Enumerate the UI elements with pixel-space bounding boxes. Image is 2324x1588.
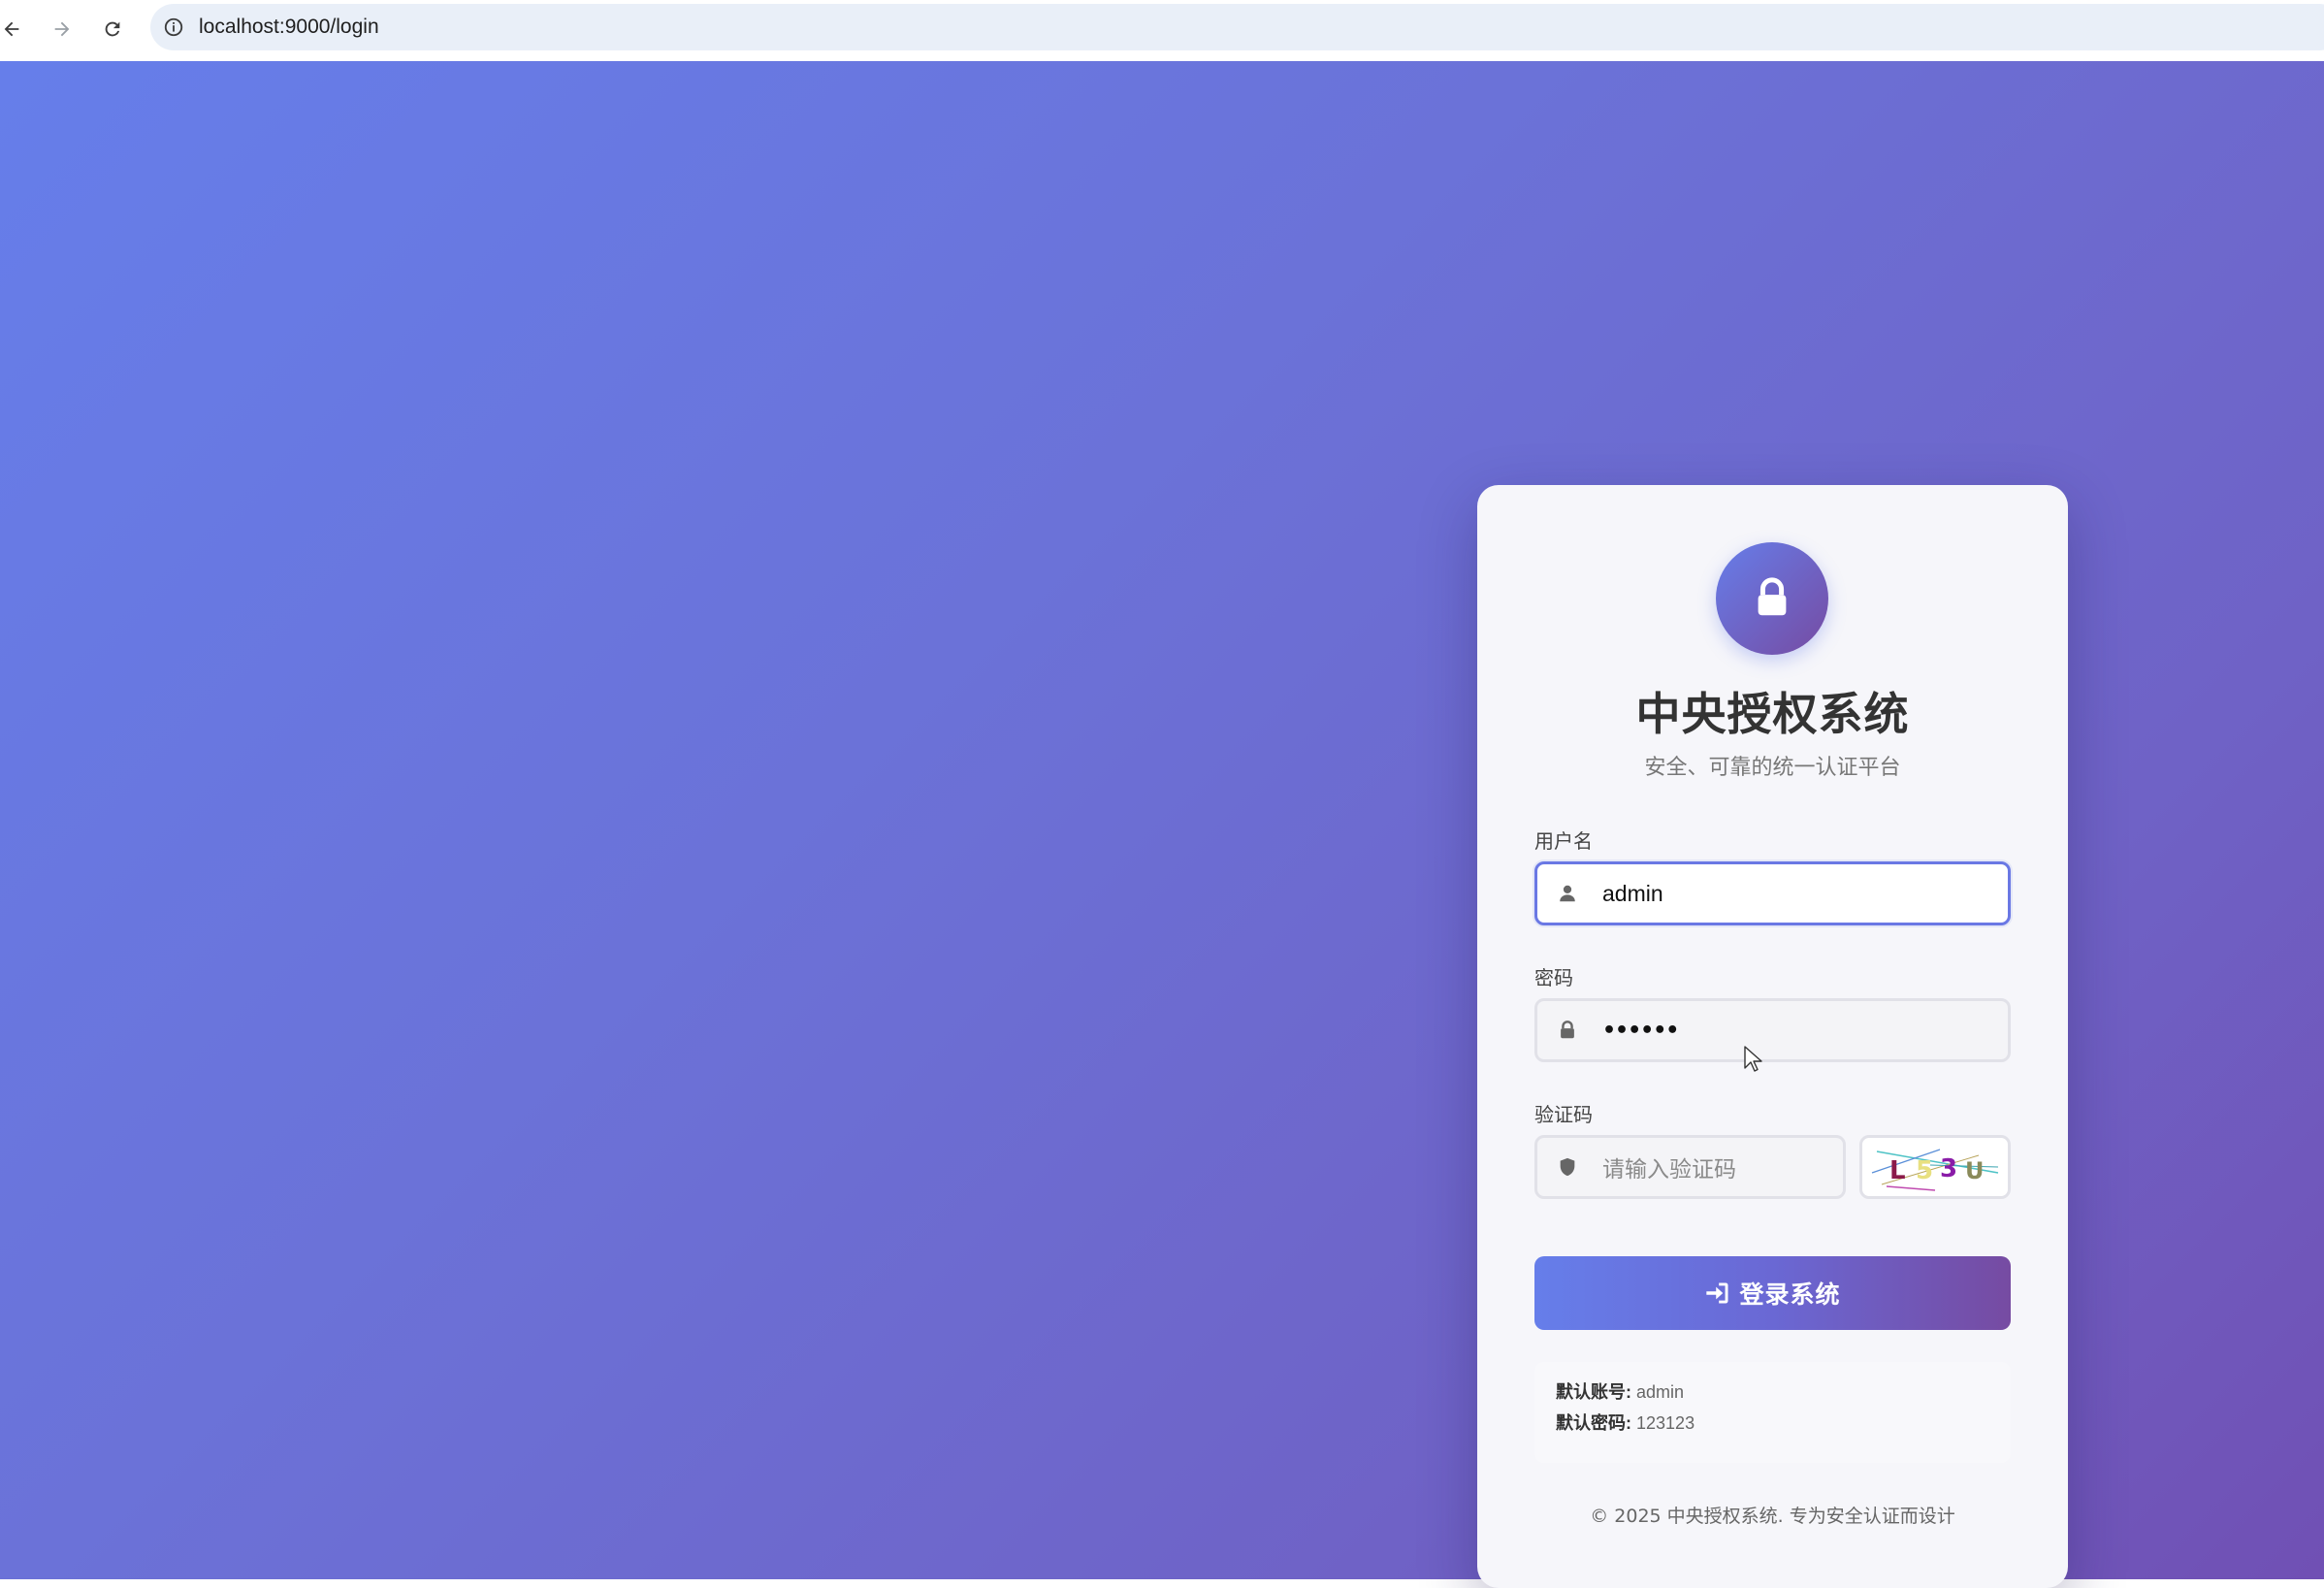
- default-credentials-hint: 默认账号: admin 默认密码: 123123: [1534, 1362, 2011, 1463]
- url-text[interactable]: localhost:9000/login: [199, 16, 379, 39]
- default-password-row: 默认密码: 123123: [1556, 1408, 2011, 1439]
- captcha-placeholder: 请输入验证码: [1602, 1157, 1736, 1183]
- svg-text:L: L: [1889, 1156, 1906, 1185]
- back-button[interactable]: [0, 10, 31, 49]
- login-button-label: 登录系统: [1739, 1280, 1841, 1309]
- shield-icon: [1556, 1155, 1579, 1179]
- copyright-footer: © 2025 中央授权系统. 专为安全认证而设计: [1590, 1506, 1955, 1527]
- captcha-image[interactable]: L 5 3 U: [1859, 1135, 2011, 1199]
- user-icon: [1556, 882, 1579, 905]
- mouse-cursor-icon: [1744, 1046, 1762, 1072]
- logo-badge: [1716, 542, 1828, 655]
- username-input[interactable]: admin: [1534, 861, 2011, 925]
- default-account-row: 默认账号: admin: [1556, 1377, 2011, 1408]
- default-account-value: admin: [1636, 1382, 1685, 1402]
- arrow-left-icon: [4, 21, 19, 37]
- password-input[interactable]: ••••••: [1534, 998, 2011, 1062]
- sign-in-icon: [1706, 1282, 1728, 1304]
- arrow-right-icon: [54, 21, 70, 37]
- password-label: 密码: [1534, 966, 1573, 989]
- reload-icon: [105, 21, 120, 37]
- lock-icon: [1758, 577, 1787, 616]
- default-password-label: 默认密码:: [1556, 1413, 1631, 1433]
- default-password-value: 123123: [1636, 1413, 1695, 1433]
- password-value: ••••••: [1602, 1018, 1679, 1043]
- site-info-icon[interactable]: [162, 16, 185, 39]
- svg-text:5: 5: [1916, 1156, 1933, 1185]
- login-page-background: 中央授权系统 安全、可靠的统一认证平台 用户名 admin 密码 ••••••: [0, 61, 2324, 1588]
- captcha-input[interactable]: 请输入验证码: [1534, 1135, 1846, 1199]
- username-value: admin: [1602, 880, 1663, 906]
- browser-toolbar: localhost:9000/login: [0, 0, 2324, 61]
- svg-text:3: 3: [1940, 1154, 1957, 1183]
- captcha-label: 验证码: [1534, 1103, 1593, 1126]
- page-subtitle: 安全、可靠的统一认证平台: [1644, 756, 1901, 780]
- username-label: 用户名: [1534, 829, 1593, 853]
- svg-text:U: U: [1965, 1157, 1985, 1184]
- forward-button[interactable]: [43, 10, 81, 49]
- captcha-graphic: L 5 3 U: [1871, 1149, 1999, 1191]
- login-card: 中央授权系统 安全、可靠的统一认证平台 用户名 admin 密码 ••••••: [1477, 485, 2068, 1588]
- page-title: 中央授权系统: [1635, 688, 1910, 740]
- default-account-label: 默认账号:: [1556, 1382, 1631, 1402]
- login-button[interactable]: 登录系统: [1534, 1256, 2011, 1330]
- lock-icon: [1556, 1019, 1579, 1042]
- reload-button[interactable]: [93, 10, 132, 49]
- address-bar[interactable]: localhost:9000/login: [150, 4, 2324, 50]
